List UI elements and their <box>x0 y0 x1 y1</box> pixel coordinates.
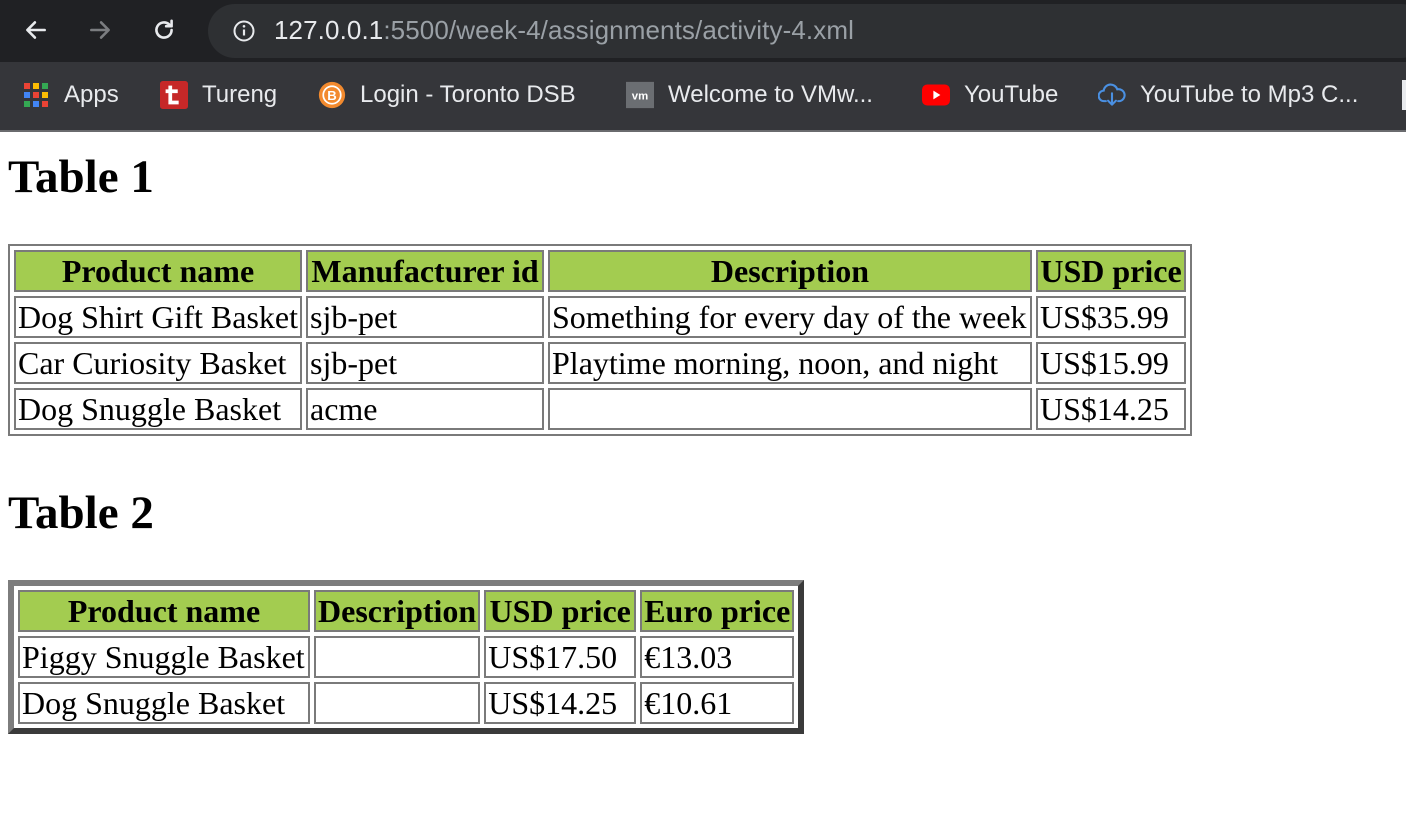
cloud-download-icon <box>1098 81 1126 109</box>
tureng-icon <box>160 81 188 109</box>
table-cell <box>314 636 481 678</box>
info-icon[interactable] <box>232 19 256 43</box>
table-cell: acme <box>306 388 544 430</box>
table1-heading: Table 1 <box>8 151 154 203</box>
bookmark-label: YouTube to Mp3 C... <box>1140 81 1359 108</box>
bookmarks-bar: Apps Tureng B Login - Toronto DSB vm Wel… <box>0 62 1406 132</box>
url-text[interactable]: 127.0.0.1:5500/week-4/assignments/activi… <box>274 15 854 46</box>
bookmarks-overflow-edge <box>1402 80 1406 110</box>
column-header: Manufacturer id <box>306 250 544 292</box>
bookmark-vmware[interactable]: vm Welcome to VMw... <box>626 78 873 112</box>
column-header: Product name <box>14 250 302 292</box>
address-bar[interactable]: 127.0.0.1:5500/week-4/assignments/activi… <box>208 4 1406 58</box>
column-header: USD price <box>1036 250 1186 292</box>
table-header-row: Product name Manufacturer id Description… <box>14 250 1186 292</box>
column-header: Description <box>548 250 1032 292</box>
column-header: Euro price <box>640 590 795 632</box>
forward-button[interactable] <box>84 14 116 46</box>
table-cell <box>314 682 481 724</box>
url-host: 127.0.0.1 <box>274 15 384 45</box>
reload-button[interactable] <box>148 14 180 46</box>
table-cell: US$35.99 <box>1036 296 1186 338</box>
table-cell: Dog Snuggle Basket <box>14 388 302 430</box>
table-cell: sjb-pet <box>306 342 544 384</box>
apps-grid-icon <box>22 81 50 109</box>
table-cell: US$14.25 <box>1036 388 1186 430</box>
table-row: Dog Snuggle Basket acme US$14.25 <box>14 388 1186 430</box>
table-cell: Car Curiosity Basket <box>14 342 302 384</box>
table-cell: Playtime morning, noon, and night <box>548 342 1032 384</box>
reload-icon <box>155 19 173 39</box>
column-header: Description <box>314 590 481 632</box>
table-header-row: Product name Description USD price Euro … <box>18 590 795 632</box>
bookmark-label: Login - Toronto DSB <box>360 81 576 108</box>
bookmark-youtube[interactable]: YouTube <box>922 78 1058 112</box>
column-header: USD price <box>484 590 637 632</box>
column-header: Product name <box>18 590 310 632</box>
bookmark-toronto-dsb[interactable]: B Login - Toronto DSB <box>318 78 576 112</box>
url-path: :5500/week-4/assignments/activity-4.xml <box>383 15 854 45</box>
bookmark-apps[interactable]: Apps <box>22 78 119 112</box>
vmware-icon: vm <box>626 81 654 109</box>
bookmark-label: YouTube <box>964 81 1059 108</box>
table-row: Car Curiosity Basket sjb-pet Playtime mo… <box>14 342 1186 384</box>
back-button[interactable] <box>20 14 52 46</box>
table-cell <box>548 388 1032 430</box>
table-cell: €10.61 <box>640 682 795 724</box>
forward-arrow-icon <box>90 21 110 39</box>
table-row: Dog Shirt Gift Basket sjb-pet Something … <box>14 296 1186 338</box>
table-cell: €13.03 <box>640 636 795 678</box>
table-row: Piggy Snuggle Basket US$17.50 €13.03 <box>18 636 795 678</box>
table-cell: Dog Shirt Gift Basket <box>14 296 302 338</box>
table-cell: Dog Snuggle Basket <box>18 682 310 724</box>
bookmark-tureng[interactable]: Tureng <box>160 78 277 112</box>
bookmark-youtube-mp3[interactable]: YouTube to Mp3 C... <box>1098 78 1358 112</box>
svg-text:B: B <box>327 88 336 103</box>
table-cell: Piggy Snuggle Basket <box>18 636 310 678</box>
page-content: Table 1 Product name Manufacturer id Des… <box>0 132 1406 818</box>
table-cell: sjb-pet <box>306 296 544 338</box>
youtube-icon <box>922 81 950 109</box>
table-cell: US$17.50 <box>484 636 637 678</box>
table-row: Dog Snuggle Basket US$14.25 €10.61 <box>18 682 795 724</box>
brightspace-icon: B <box>318 81 346 109</box>
table-cell: US$15.99 <box>1036 342 1186 384</box>
bookmark-label: Apps <box>64 81 119 108</box>
bookmark-label: Tureng <box>202 81 278 108</box>
table-cell: US$14.25 <box>484 682 637 724</box>
table2: Product name Description USD price Euro … <box>8 580 805 734</box>
table1: Product name Manufacturer id Description… <box>8 244 1192 436</box>
table-cell: Something for every day of the week <box>548 296 1032 338</box>
browser-toolbar: 127.0.0.1:5500/week-4/assignments/activi… <box>0 0 1406 62</box>
table2-heading: Table 2 <box>8 487 154 539</box>
back-arrow-icon <box>26 21 46 39</box>
bookmark-label: Welcome to VMw... <box>668 81 873 108</box>
svg-text:vm: vm <box>632 90 648 102</box>
